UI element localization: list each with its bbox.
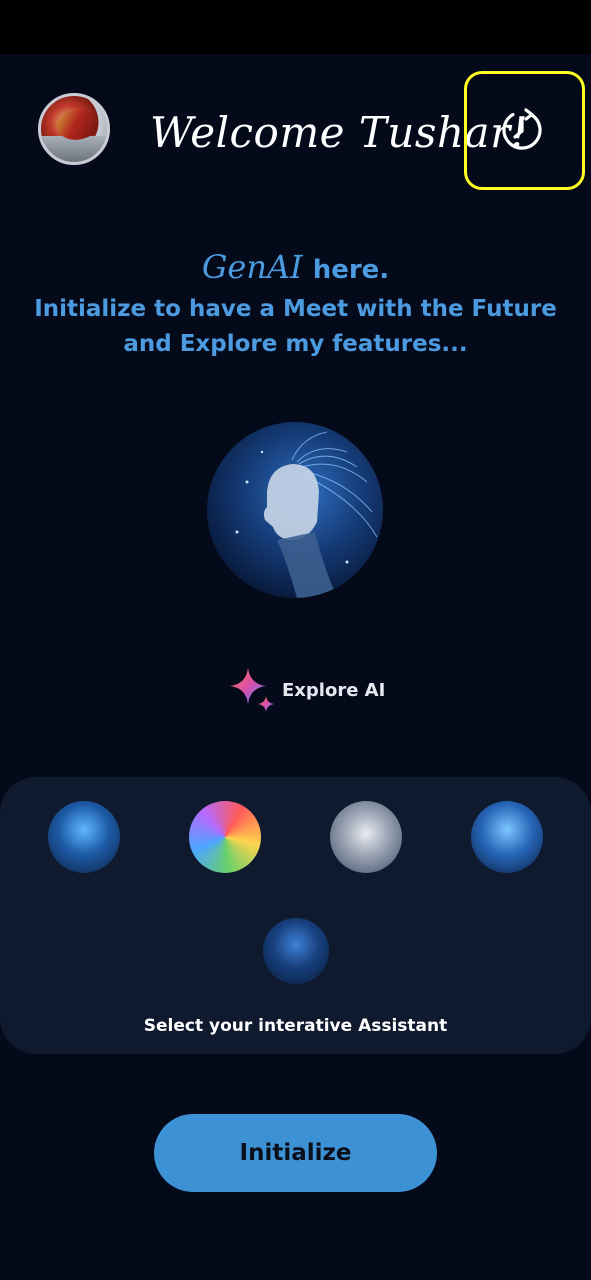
intro-line-1: GenAI here. — [0, 248, 591, 292]
genai-brand: GenAI — [201, 248, 303, 286]
user-avatar[interactable] — [38, 93, 110, 165]
welcome-title: Welcome Tushar! — [150, 108, 529, 157]
selected-assistant-avatar — [263, 918, 329, 984]
status-bar — [0, 0, 591, 54]
intro-brand-suffix: here. — [312, 255, 390, 285]
ai-hero-image — [207, 422, 383, 598]
ai-hero-art — [235, 431, 378, 598]
explore-ai-label: Explore AI — [282, 679, 386, 701]
sparkle-icon — [230, 668, 274, 712]
history-button[interactable] — [496, 105, 548, 157]
intro-text: GenAI here. Initialize to have a Meet wit… — [0, 248, 591, 362]
intro-line-2: Initialize to have a Meet with the Futur… — [34, 296, 557, 322]
assistant-option-1[interactable] — [48, 801, 120, 873]
history-clock-icon — [502, 108, 542, 150]
assistant-option-2[interactable] — [189, 801, 261, 873]
intro-line-3: and Explore my features... — [123, 331, 468, 357]
assistant-option-3[interactable] — [330, 801, 402, 873]
initialize-button[interactable]: Initialize — [154, 1114, 437, 1192]
assistant-caption: Select your interative Assistant — [143, 1016, 448, 1036]
explore-ai-button[interactable]: Explore AI — [228, 666, 385, 714]
assistant-option-4[interactable] — [471, 801, 543, 873]
